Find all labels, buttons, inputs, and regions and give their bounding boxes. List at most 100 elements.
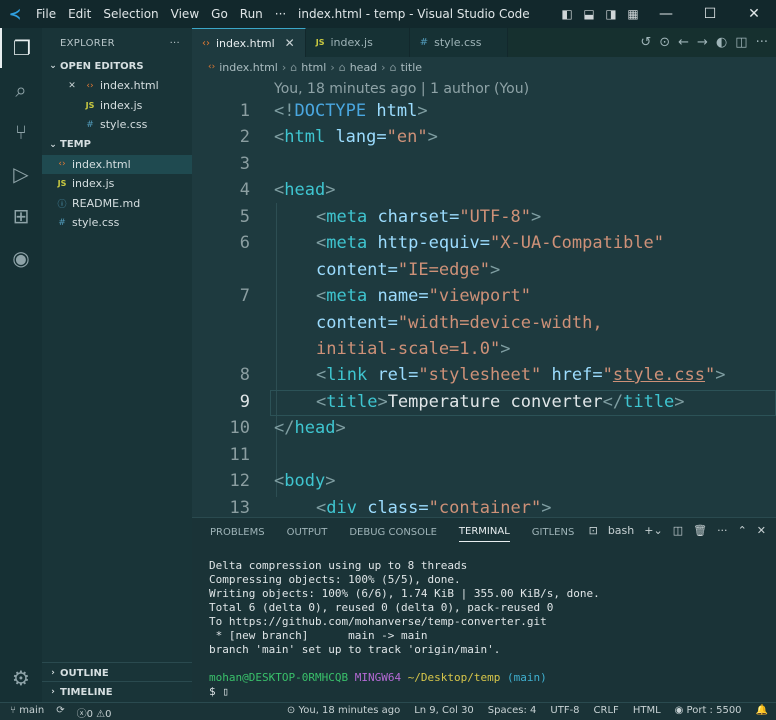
folder-temp-section[interactable]: ⌄ TEMP [42, 135, 192, 155]
kill-terminal-icon[interactable]: 🗑 [693, 524, 707, 537]
menu-run[interactable]: Run [234, 7, 269, 21]
shell-name[interactable]: bash [608, 524, 634, 537]
tab-index-js[interactable]: JS index.js [305, 28, 410, 57]
tab-problems[interactable]: PROBLEMS [210, 527, 265, 538]
tab-style-css[interactable]: # style.css [409, 28, 508, 57]
live-server-status[interactable]: ◉ Port : 5500 [675, 705, 742, 716]
gitlens-icon[interactable]: ◉ [0, 238, 42, 278]
line-number: 2 [239, 127, 250, 147]
explorer-sidebar: EXPLORER ··· ⌄ OPEN EDITORS ✕ ‹› index.h… [42, 28, 192, 702]
open-editor-item[interactable]: # style.css [42, 115, 192, 135]
tab-terminal[interactable]: TERMINAL [458, 526, 510, 542]
outline-section[interactable]: › OUTLINE [42, 663, 192, 683]
activity-bar: ❐ ⌕ ⑂ ▷ ⊞ ◉ ⚙ [0, 28, 42, 702]
search-icon[interactable]: ⌕ [0, 70, 42, 110]
tab-output[interactable]: OUTPUT [287, 527, 328, 538]
file-item[interactable]: ⓘ README.md [42, 194, 192, 214]
breadcrumb-item[interactable]: title [401, 61, 423, 74]
vscode-logo-icon: ≺ [8, 5, 22, 23]
chevron-right-icon: › [51, 687, 55, 697]
open-editor-item[interactable]: ✕ ‹› index.html [42, 76, 192, 96]
close-tab-icon[interactable]: ✕ [285, 36, 295, 50]
line-ending[interactable]: CRLF [594, 705, 619, 716]
tab-index-html[interactable]: ‹› index.html ✕ [192, 28, 306, 57]
next-change-icon[interactable]: → [697, 35, 708, 50]
file-item[interactable]: # style.css [42, 213, 192, 233]
customize-layout-icon[interactable]: ▦ [622, 7, 644, 21]
toggle-primary-sidebar-icon[interactable]: ◧ [556, 7, 578, 21]
open-editor-item[interactable]: JS index.js [42, 96, 192, 116]
line-number: 6 [239, 233, 250, 253]
menu-more[interactable]: ··· [269, 7, 292, 21]
toggle-secondary-sidebar-icon[interactable]: ◨ [600, 7, 622, 21]
terminal-input[interactable]: $ ▯ [209, 685, 229, 698]
menu-view[interactable]: View [165, 7, 205, 21]
breadcrumb-item[interactable]: head [350, 61, 377, 74]
toggle-panel-icon[interactable]: ⬓ [578, 7, 600, 21]
breadcrumb-item[interactable]: index.html [219, 61, 278, 74]
more-actions-icon[interactable]: ··· [756, 35, 768, 50]
code-editor[interactable]: You, 18 minutes ago | 1 author (You) 1 2… [192, 77, 776, 517]
split-terminal-icon[interactable]: ◫ [673, 524, 683, 537]
status-bar: ⑂ main ⟳ ⓧ0 ⚠0 ⊙ You, 18 minutes ago Ln … [0, 702, 776, 720]
close-icon[interactable]: ✕ [64, 81, 80, 91]
file-name: README.md [72, 196, 141, 210]
tab-gitlens[interactable]: GITLENS [532, 527, 575, 538]
file-item[interactable]: ‹› index.html [42, 154, 192, 174]
line-number: 5 [239, 207, 250, 227]
close-panel-icon[interactable]: ✕ [757, 524, 766, 537]
more-actions-icon[interactable]: ··· [717, 524, 728, 537]
line-number: 8 [239, 365, 250, 385]
explorer-icon[interactable]: ❐ [0, 28, 42, 68]
manage-gear-icon[interactable]: ⚙ [0, 658, 42, 698]
menu-edit[interactable]: Edit [62, 7, 97, 21]
blame-status[interactable]: ⊙ You, 18 minutes ago [287, 705, 400, 716]
html-file-icon: ‹› [86, 80, 94, 91]
title-bar: ≺ File Edit Selection View Go Run ··· in… [0, 0, 776, 28]
menu-selection[interactable]: Selection [97, 7, 164, 21]
open-editors-section[interactable]: ⌄ OPEN EDITORS [42, 56, 192, 76]
timeline-section[interactable]: › TIMELINE [42, 682, 192, 702]
editor-tabs: ‹› index.html ✕ JS index.js # style.css … [192, 28, 776, 57]
element-icon: ⌂ [389, 60, 397, 74]
menu-file[interactable]: File [30, 7, 62, 21]
file-item[interactable]: JS index.js [42, 174, 192, 194]
tab-debug-console[interactable]: DEBUG CONSOLE [349, 527, 437, 538]
file-name: style.css [72, 216, 120, 230]
line-number: 1 [239, 101, 250, 121]
code-line: <meta charset="UTF-8"> [316, 207, 542, 227]
language-mode[interactable]: HTML [633, 705, 661, 716]
go-live-icon[interactable]: ⊙ [659, 35, 670, 50]
window-title: index.html - temp - Visual Studio Code [298, 7, 530, 21]
new-terminal-icon[interactable]: +⌄ [644, 524, 662, 537]
maximize-panel-icon[interactable]: ⌃ [738, 524, 747, 537]
element-icon: ⌂ [290, 60, 298, 74]
terminal-line: Compressing objects: 100% (5/5), done. [209, 573, 461, 586]
tab-label: index.js [330, 36, 373, 49]
stylesheet-link[interactable]: style.css [613, 365, 705, 385]
encoding[interactable]: UTF-8 [550, 705, 579, 716]
extensions-icon[interactable]: ⊞ [0, 196, 42, 236]
problems-status[interactable]: ⓧ0 ⚠0 [77, 705, 112, 720]
minimize-button[interactable]: — [644, 6, 688, 22]
maximize-button[interactable]: ☐ [688, 6, 732, 22]
breadcrumb-item[interactable]: html [301, 61, 326, 74]
git-branch-status[interactable]: ⑂ main [10, 705, 44, 720]
indentation[interactable]: Spaces: 4 [488, 705, 537, 716]
menu-go[interactable]: Go [205, 7, 234, 21]
sync-icon[interactable]: ⟳ [56, 705, 64, 720]
close-window-button[interactable]: ✕ [732, 6, 776, 22]
html-file-icon: ‹› [208, 62, 216, 72]
previous-change-icon[interactable]: ← [678, 35, 689, 50]
git-blame-codelens[interactable]: You, 18 minutes ago | 1 author (You) [274, 81, 529, 97]
menu-bar: File Edit Selection View Go Run ··· [30, 7, 292, 21]
run-debug-icon[interactable]: ▷ [0, 154, 42, 194]
split-editor-icon[interactable]: ◫ [735, 35, 747, 50]
source-control-icon[interactable]: ⑂ [0, 112, 42, 152]
explorer-more-button[interactable]: ··· [170, 38, 180, 49]
terminal-line: Total 6 (delta 0), reused 0 (delta 0), p… [209, 601, 554, 614]
cursor-position[interactable]: Ln 9, Col 30 [414, 705, 474, 716]
timeline-history-icon[interactable]: ↺ [640, 35, 651, 50]
open-changes-icon[interactable]: ◐ [716, 35, 727, 50]
notifications-icon[interactable]: 🔔 [756, 705, 768, 716]
